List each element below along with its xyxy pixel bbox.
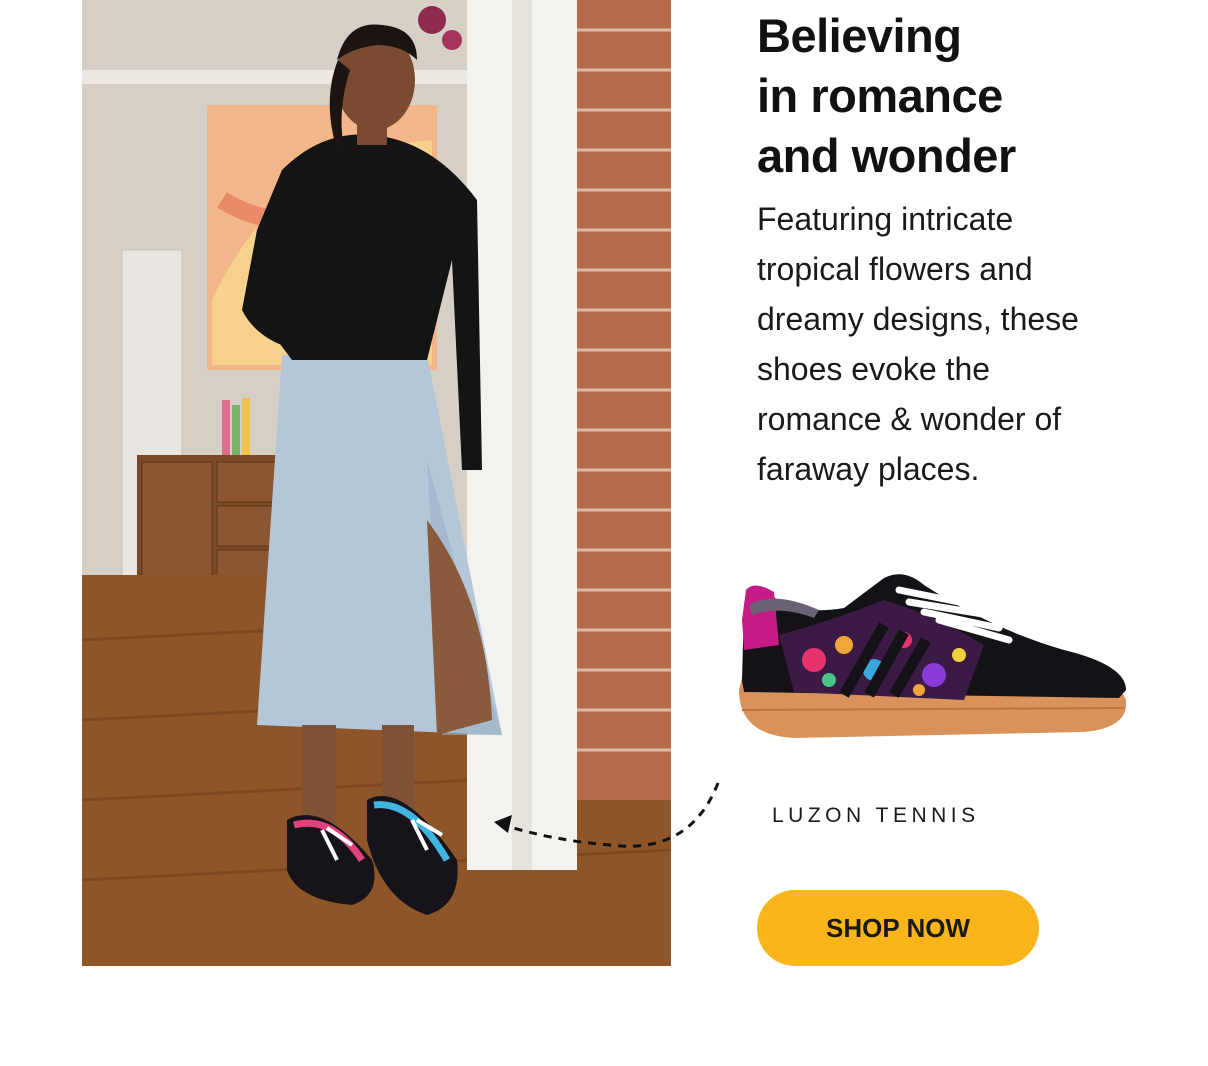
product-name[interactable]: LUZON TENNIS <box>772 804 980 828</box>
headline-line-2: in romance <box>757 69 1003 122</box>
headline-line-3: and wonder <box>757 129 1016 182</box>
headline-line-1: Believing <box>757 9 962 62</box>
sneaker-illustration <box>739 574 1127 738</box>
product-image[interactable] <box>734 560 1134 750</box>
description-text: Featuring intricate tropical flowers and… <box>757 201 1079 487</box>
headline: Believing in romance and wonder <box>757 6 1016 186</box>
shop-now-button[interactable]: SHOP NOW <box>757 890 1039 966</box>
pointer-arrow-icon <box>494 782 720 848</box>
